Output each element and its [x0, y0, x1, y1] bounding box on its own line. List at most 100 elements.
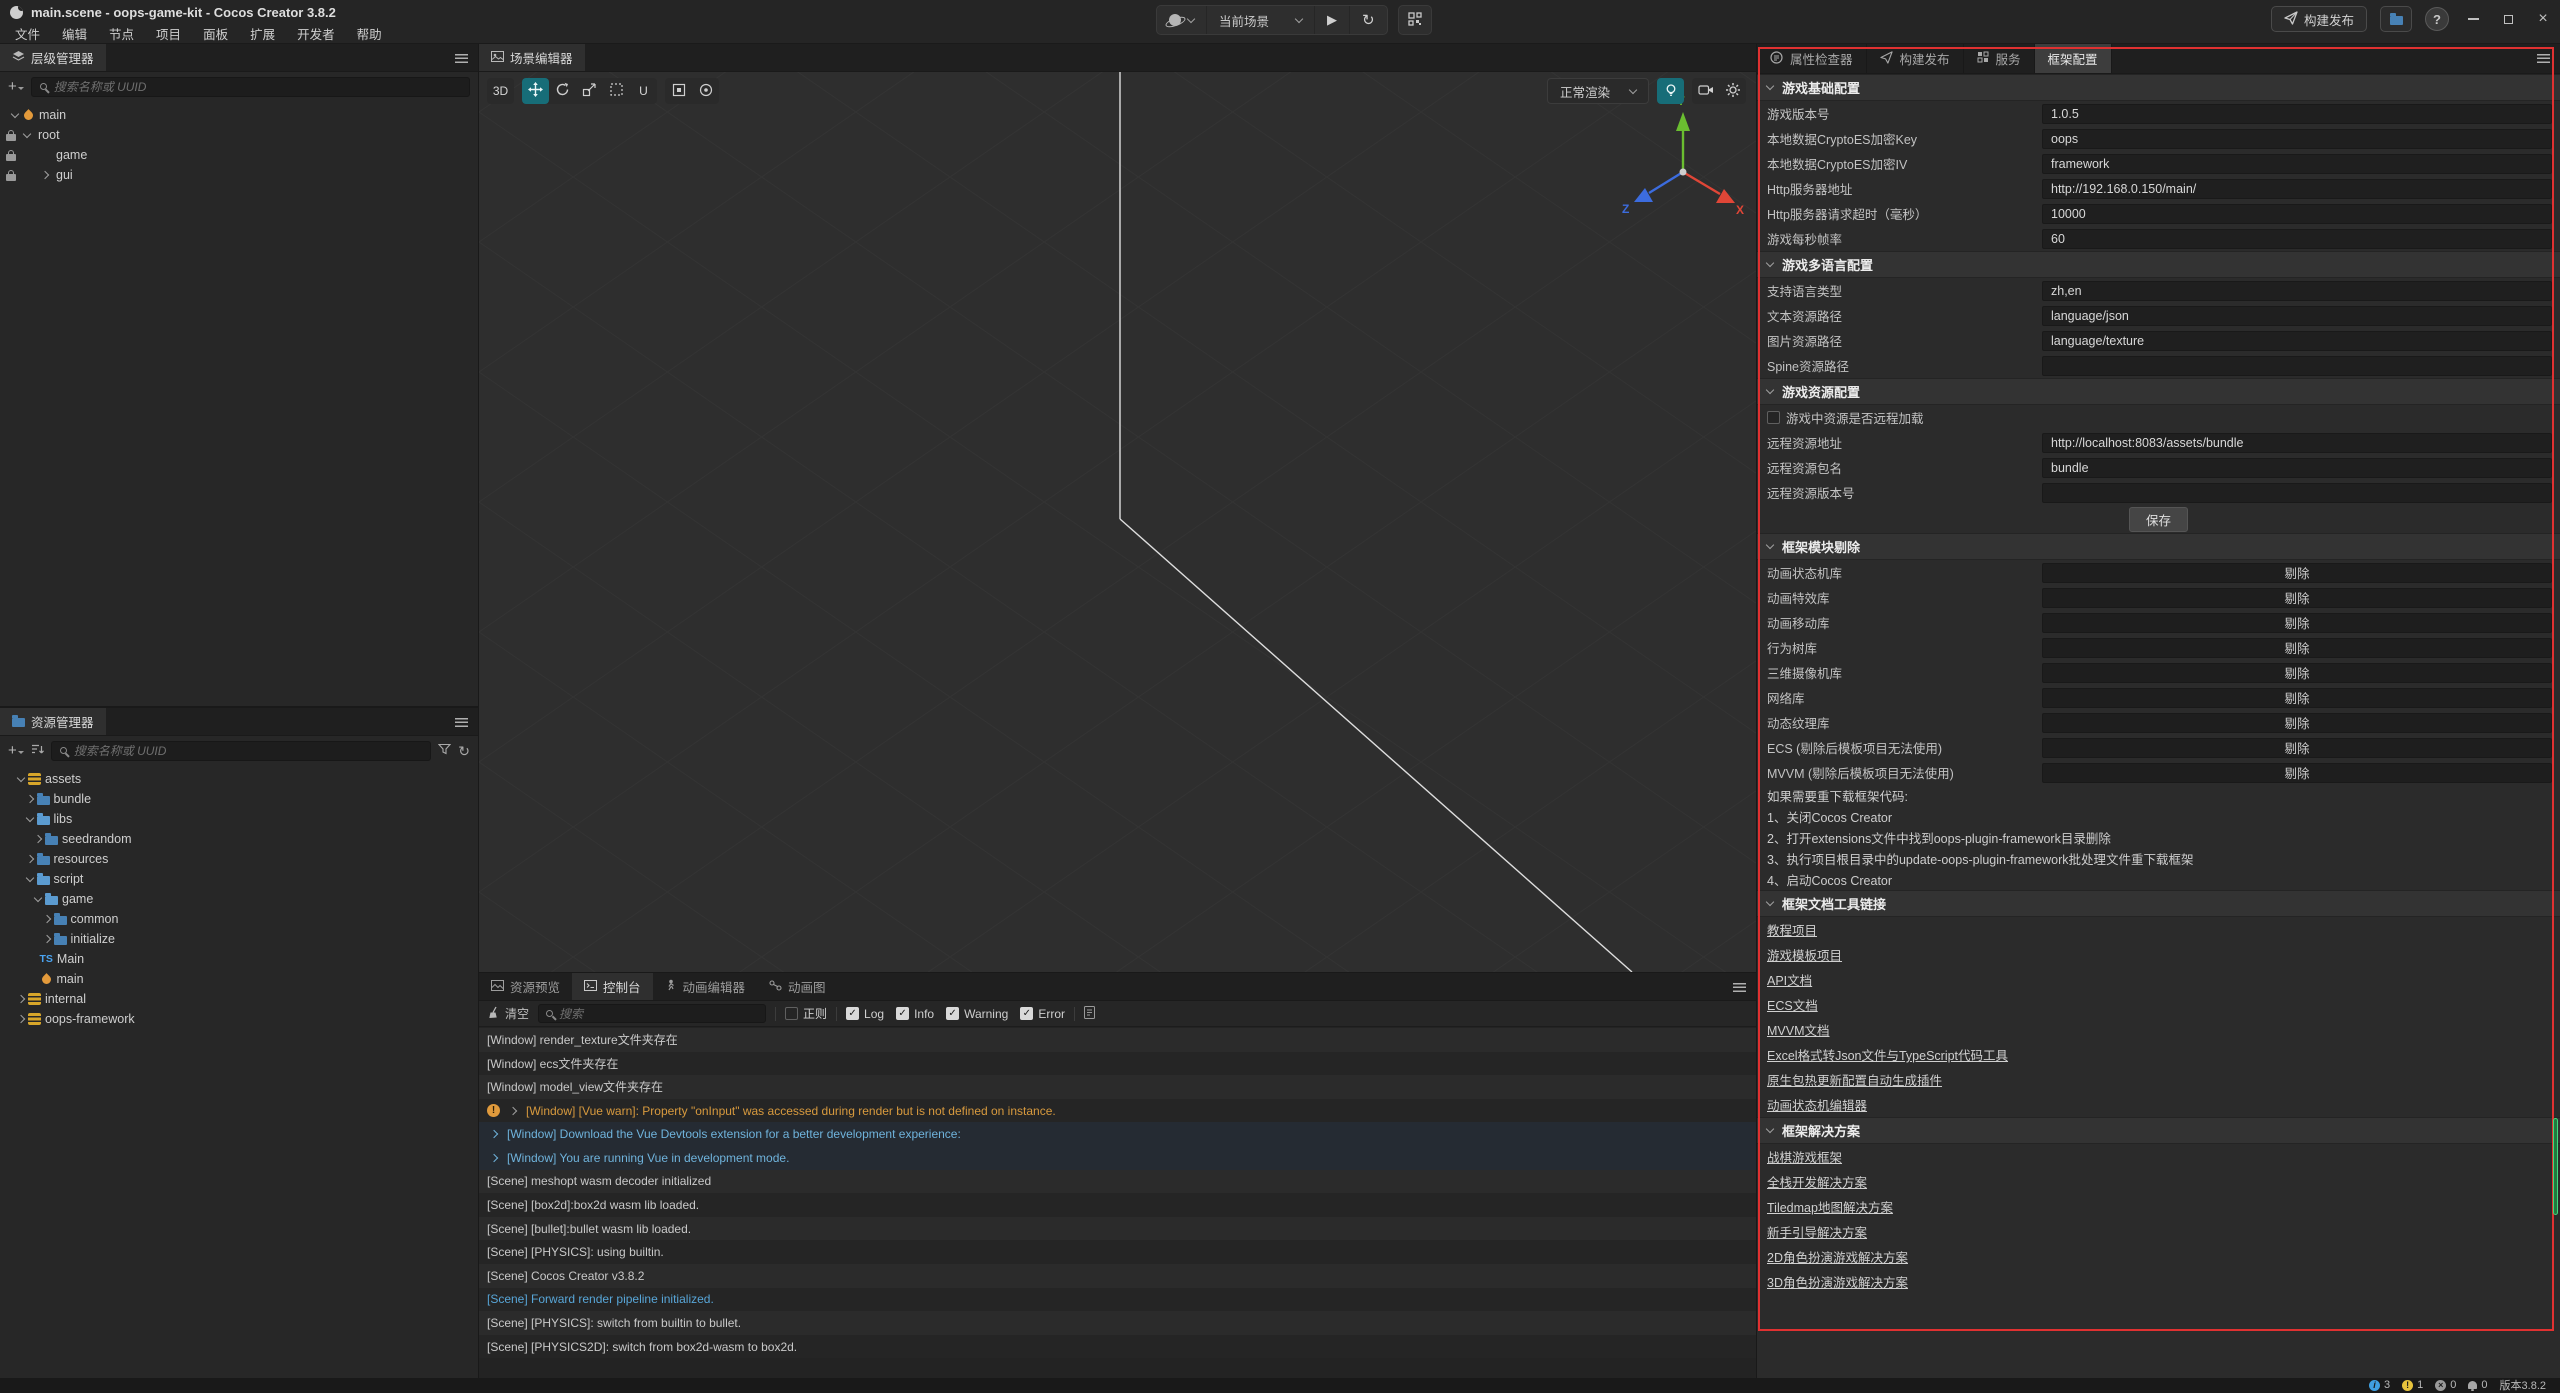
maximize-button[interactable] — [2497, 7, 2519, 31]
minimize-button[interactable] — [2462, 7, 2484, 31]
log-row[interactable]: [Window] render_texture文件夹存在 — [479, 1028, 1756, 1052]
chevron-down-icon[interactable] — [23, 818, 37, 821]
log-row[interactable]: [Scene] meshopt wasm decoder initialized — [479, 1170, 1756, 1194]
section-header[interactable]: 框架模块剔除 — [1757, 533, 2560, 560]
field-input[interactable]: language/texture — [2042, 331, 2552, 351]
section-header[interactable]: 游戏基础配置 — [1757, 74, 2560, 101]
open-project-folder-button[interactable] — [2380, 6, 2412, 32]
field-input[interactable]: 1.0.5 — [2042, 104, 2552, 124]
sort-assets-button[interactable] — [31, 743, 44, 758]
asset-node[interactable]: common — [0, 909, 478, 929]
chevron-down-icon[interactable] — [14, 778, 28, 781]
menu-item[interactable]: 文件 — [4, 24, 51, 43]
help-button[interactable]: ? — [2425, 7, 2449, 31]
menu-item[interactable]: 帮助 — [346, 24, 393, 43]
strip-module-button[interactable]: 剔除 — [2042, 638, 2552, 658]
filter-info-checkbox[interactable]: ✓Info — [896, 1007, 934, 1021]
remote-load-checkbox[interactable] — [1767, 411, 1780, 424]
field-input[interactable]: 60 — [2042, 229, 2552, 249]
doc-link[interactable]: Excel格式转Json文件与TypeScript代码工具 — [1767, 1045, 2008, 1064]
assets-menu-icon[interactable] — [455, 718, 468, 727]
platform-select[interactable] — [1157, 6, 1207, 34]
console-menu-icon[interactable] — [1733, 983, 1746, 992]
camera-settings-button[interactable] — [1692, 78, 1719, 104]
chevron-down-icon[interactable] — [20, 134, 34, 137]
strip-module-button[interactable]: 剔除 — [2042, 738, 2552, 758]
log-row[interactable]: [Window] You are running Vue in developm… — [479, 1146, 1756, 1170]
field-input[interactable]: zh,en — [2042, 281, 2552, 301]
view-mode-3d-button[interactable]: 3D — [487, 78, 514, 104]
tab-属性检查器[interactable]: 属性检查器 — [1757, 44, 1867, 73]
asset-node[interactable]: seedrandom — [0, 829, 478, 849]
log-row[interactable]: [Scene] [PHYSICS]: using builtin. — [479, 1240, 1756, 1264]
hierarchy-node[interactable]: game — [0, 145, 478, 165]
field-input[interactable]: http://localhost:8083/assets/bundle — [2042, 433, 2552, 453]
field-input[interactable] — [2042, 483, 2552, 503]
asset-node[interactable]: initialize — [0, 929, 478, 949]
tab-构建发布[interactable]: 构建发布 — [1867, 44, 1964, 73]
menu-item[interactable]: 面板 — [192, 24, 239, 43]
assets-search-input[interactable] — [51, 741, 432, 761]
log-row[interactable]: [Scene] Cocos Creator v3.8.2 — [479, 1264, 1756, 1288]
chevron-right-icon[interactable] — [14, 1016, 28, 1022]
tab-动画图[interactable]: 动画图 — [757, 973, 838, 1000]
filter-warning-checkbox[interactable]: ✓Warning — [946, 1007, 1008, 1021]
asset-node[interactable]: bundle — [0, 789, 478, 809]
chevron-right-icon[interactable] — [40, 916, 54, 922]
render-mode-select[interactable]: 正常渲染 — [1547, 78, 1649, 104]
log-row[interactable]: [Scene] [bullet]:bullet wasm lib loaded. — [479, 1217, 1756, 1241]
chevron-down-icon[interactable] — [8, 114, 22, 117]
log-row[interactable]: [Scene] [box2d]:box2d wasm lib loaded. — [479, 1193, 1756, 1217]
notification-count[interactable]: 0 — [2468, 1379, 2487, 1391]
doc-link[interactable]: 教程项目 — [1767, 920, 1817, 939]
log-row[interactable]: [Window] model_view文件夹存在 — [479, 1075, 1756, 1099]
reload-button[interactable]: ↻ — [1350, 6, 1387, 34]
log-file-button[interactable] — [1084, 1006, 1095, 1022]
rect-tool-button[interactable] — [603, 78, 630, 104]
tab-动画编辑器[interactable]: 动画编辑器 — [653, 973, 758, 1000]
build-publish-button[interactable]: 构建发布 — [2271, 6, 2367, 32]
chevron-down-icon[interactable] — [23, 878, 37, 881]
tab-assets[interactable]: 资源管理器 — [0, 708, 106, 735]
chevron-right-icon[interactable] — [31, 836, 45, 842]
strip-module-button[interactable]: 剔除 — [2042, 763, 2552, 783]
field-input[interactable]: language/json — [2042, 306, 2552, 326]
menu-item[interactable]: 开发者 — [286, 24, 346, 43]
tab-scene-editor[interactable]: 场景编辑器 — [479, 44, 585, 71]
doc-link[interactable]: 新手引导解决方案 — [1767, 1222, 1867, 1241]
doc-link[interactable]: 3D角色扮演游戏解决方案 — [1767, 1272, 1908, 1291]
tab-控制台[interactable]: 控制台 — [572, 973, 653, 1000]
chevron-right-icon[interactable] — [23, 796, 37, 802]
doc-link[interactable]: 2D角色扮演游戏解决方案 — [1767, 1247, 1908, 1266]
hierarchy-node[interactable]: root — [0, 125, 478, 145]
doc-link[interactable]: ECS文档 — [1767, 995, 1818, 1014]
info-count[interactable]: i3 — [2369, 1379, 2390, 1391]
asset-node[interactable]: script — [0, 869, 478, 889]
expand-chevron-icon[interactable] — [487, 1155, 501, 1161]
asset-node[interactable]: game — [0, 889, 478, 909]
log-row[interactable]: [Scene] [PHYSICS2D]: switch from box2d-w… — [479, 1335, 1756, 1359]
clear-console-button[interactable]: 清空 — [487, 1005, 529, 1022]
asset-node[interactable]: internal — [0, 989, 478, 1009]
strip-module-button[interactable]: 剔除 — [2042, 663, 2552, 683]
doc-link[interactable]: 原生包热更新配置自动生成插件 — [1767, 1070, 1942, 1089]
lighting-toggle-button[interactable] — [1657, 78, 1684, 104]
log-row[interactable]: [Window] ecs文件夹存在 — [479, 1052, 1756, 1076]
preview-qr-button[interactable] — [1398, 5, 1432, 35]
chevron-right-icon[interactable] — [40, 936, 54, 942]
hierarchy-menu-icon[interactable] — [455, 54, 468, 63]
asset-node[interactable]: resources — [0, 849, 478, 869]
doc-link[interactable]: Tiledmap地图解决方案 — [1767, 1197, 1893, 1216]
chevron-down-icon[interactable] — [31, 898, 45, 901]
section-header[interactable]: 游戏多语言配置 — [1757, 251, 2560, 278]
section-header[interactable]: 游戏资源配置 — [1757, 378, 2560, 405]
expand-chevron-icon[interactable] — [487, 1131, 501, 1137]
doc-link[interactable]: 动画状态机编辑器 — [1767, 1095, 1867, 1114]
log-row[interactable]: [Window] Download the Vue Devtools exten… — [479, 1122, 1756, 1146]
ui-transform-tool-button[interactable]: U — [630, 78, 657, 104]
chevron-right-icon[interactable] — [38, 172, 52, 178]
tab-hierarchy[interactable]: 层级管理器 — [0, 44, 106, 71]
menu-item[interactable]: 编辑 — [51, 24, 98, 43]
scale-tool-button[interactable] — [576, 78, 603, 104]
error-count[interactable]: ×0 — [2435, 1379, 2456, 1391]
